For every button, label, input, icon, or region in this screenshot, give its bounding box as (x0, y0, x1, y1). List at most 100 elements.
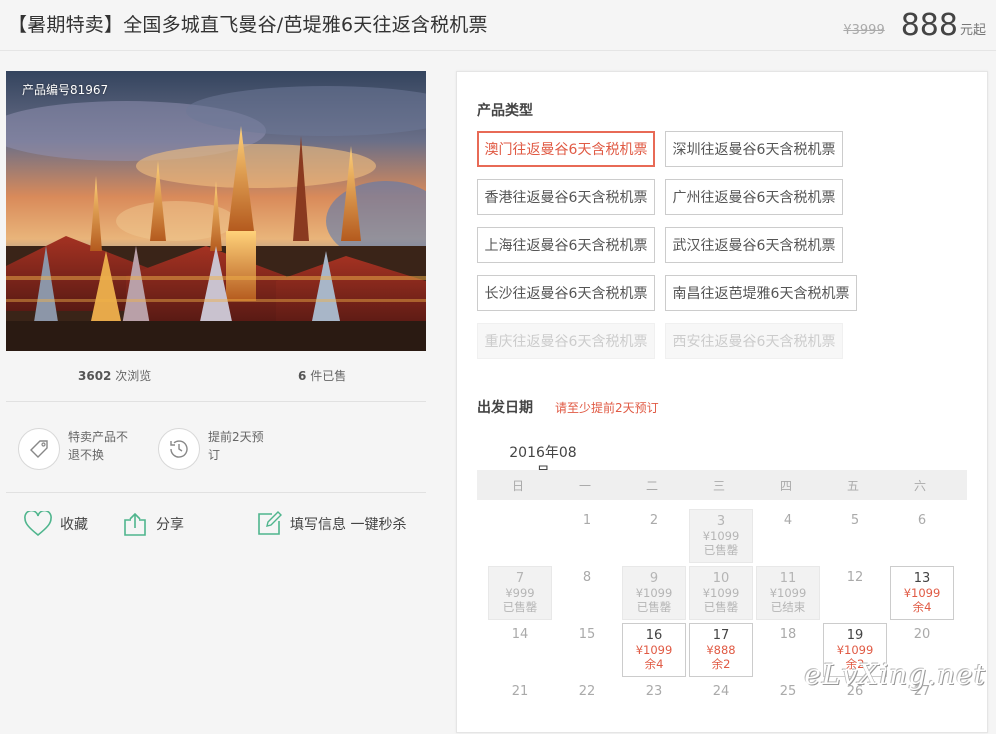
page-header: 【暑期特卖】全国多城直飞曼谷/芭堤雅6天往返含税机票 ¥3999 888 元起 (0, 0, 996, 51)
day-number: 7 (515, 571, 525, 586)
calendar-day-available[interactable]: 13 ¥1099 余4 (890, 566, 954, 620)
day-number: 12 (846, 570, 864, 585)
favorite-label: 收藏 (60, 517, 88, 533)
sold-count: 6 (298, 369, 307, 383)
edit-icon (258, 511, 282, 535)
weekday-label: 四 (779, 479, 792, 493)
day-price: ¥1099 (836, 643, 874, 657)
day-number: 5 (850, 513, 860, 528)
calendar-day: 8 (555, 566, 619, 620)
product-type-title: 产品类型 (477, 103, 533, 119)
calendar-day-soldout: 11 ¥1099 已结束 (756, 566, 820, 620)
calendar-day: 21 (488, 680, 552, 734)
departure-date-title: 出发日期 (477, 400, 533, 416)
divider (6, 401, 426, 402)
day-number: 4 (783, 513, 793, 528)
booking-panel: 产品类型 澳门往返曼谷6天含税机票 深圳往返曼谷6天含税机票 香港往返曼谷6天含… (456, 71, 988, 733)
product-option[interactable]: 上海往返曼谷6天含税机票 (477, 227, 655, 263)
hero-image[interactable]: 产品编号81967 (6, 71, 426, 351)
calendar-day: 5 (823, 509, 887, 563)
product-option[interactable]: 深圳往返曼谷6天含税机票 (665, 131, 843, 167)
product-option[interactable]: 广州往返曼谷6天含税机票 (665, 179, 843, 215)
day-number: 23 (645, 684, 663, 699)
day-number: 24 (712, 684, 730, 699)
watermark: eLvXing.net (804, 658, 986, 691)
day-number: 18 (779, 627, 797, 642)
weekday-label: 日 (511, 479, 524, 493)
day-price: ¥1099 (702, 586, 740, 600)
day-number: 16 (645, 628, 663, 643)
day-status: 已售罄 (703, 600, 739, 614)
policy-line2: 订 (208, 448, 221, 462)
day-status: 已售罄 (502, 600, 538, 614)
day-status: 已结束 (770, 600, 806, 614)
weekday-header: 日 一 二 三 四 五 六 (477, 470, 967, 500)
page-title: 【暑期特卖】全国多城直飞曼谷/芭堤雅6天往返含税机票 (8, 14, 488, 36)
booking-hint: 请至少提前2天预订 (555, 401, 659, 415)
day-number: 9 (649, 571, 659, 586)
policy-no-refund: 特卖产品不 退不换 (18, 428, 128, 470)
product-option[interactable]: 南昌往返芭堤雅6天含税机票 (665, 275, 857, 311)
day-status: 余2 (711, 657, 731, 671)
calendar-day: 14 (488, 623, 552, 677)
policy-advance-booking: 提前2天预 订 (158, 428, 264, 470)
current-price: 888 (900, 8, 958, 43)
views-label: 次浏览 (115, 369, 152, 383)
day-price: ¥1099 (702, 529, 740, 543)
day-number: 22 (578, 684, 596, 699)
product-option[interactable]: 澳门往返曼谷6天含税机票 (477, 131, 655, 167)
calendar-day: 12 (823, 566, 887, 620)
day-number: 11 (779, 571, 797, 586)
calendar-day: 4 (756, 509, 820, 563)
product-option[interactable]: 长沙往返曼谷6天含税机票 (477, 275, 655, 311)
day-status: 余4 (912, 600, 932, 614)
calendar-day-available[interactable]: 16 ¥1099 余4 (622, 623, 686, 677)
calendar-day: 6 (890, 509, 954, 563)
day-price: ¥1099 (635, 643, 673, 657)
calendar-day: 23 (622, 680, 686, 734)
original-price: ¥3999 (843, 23, 885, 38)
day-number: 14 (511, 627, 529, 642)
day-number: 8 (582, 570, 592, 585)
day-number: 19 (846, 628, 864, 643)
policy-text: 提前2天预 订 (208, 428, 264, 464)
day-number: 13 (913, 571, 931, 586)
product-option-disabled: 重庆往返曼谷6天含税机票 (477, 323, 655, 359)
product-number: 产品编号81967 (22, 83, 109, 97)
day-number: 21 (511, 684, 529, 699)
weekday-label: 六 (913, 479, 926, 493)
day-number: 10 (712, 571, 730, 586)
day-number: 2 (649, 513, 659, 528)
sold-stat: 6 件已售 (298, 367, 346, 384)
calendar-day: 15 (555, 623, 619, 677)
calendar-day: 22 (555, 680, 619, 734)
day-number: 3 (716, 514, 726, 529)
day-status: 余4 (644, 657, 664, 671)
day-price: ¥1099 (769, 586, 807, 600)
day-status: 已售罄 (636, 600, 672, 614)
product-option[interactable]: 香港往返曼谷6天含税机票 (477, 179, 655, 215)
calendar-day: 1 (555, 509, 619, 563)
policy-text: 特卖产品不 退不换 (68, 428, 128, 464)
day-number: 20 (913, 627, 931, 642)
share-icon (124, 512, 146, 536)
day-price: ¥1099 (903, 586, 941, 600)
calendar-day-soldout: 9 ¥1099 已售罄 (622, 566, 686, 620)
favorite-button[interactable]: 收藏 (24, 511, 88, 537)
day-price: ¥888 (706, 643, 736, 657)
calendar-day-soldout: 7 ¥999 已售罄 (488, 566, 552, 620)
fill-info-button[interactable]: 填写信息 一键秒杀 (256, 511, 406, 537)
weekday-label: 三 (712, 479, 725, 493)
left-column: 产品编号81967 3602 次浏览 6 件已售 特卖产品不 退不换 提前2天预… (6, 71, 426, 537)
policy-row: 特卖产品不 退不换 提前2天预 订 (18, 428, 418, 472)
share-button[interactable]: 分享 (122, 511, 184, 537)
action-row: 收藏 分享 填写信息 一键秒杀 (22, 511, 422, 541)
stats-row: 3602 次浏览 6 件已售 (6, 367, 426, 383)
share-label: 分享 (156, 517, 184, 533)
calendar-day-available[interactable]: 17 ¥888 余2 (689, 623, 753, 677)
day-price: ¥999 (505, 586, 535, 600)
product-option[interactable]: 武汉往返曼谷6天含税机票 (665, 227, 843, 263)
policy-line1: 特卖产品不 (68, 430, 129, 444)
sold-label: 件已售 (310, 369, 347, 383)
day-number: 15 (578, 627, 596, 642)
